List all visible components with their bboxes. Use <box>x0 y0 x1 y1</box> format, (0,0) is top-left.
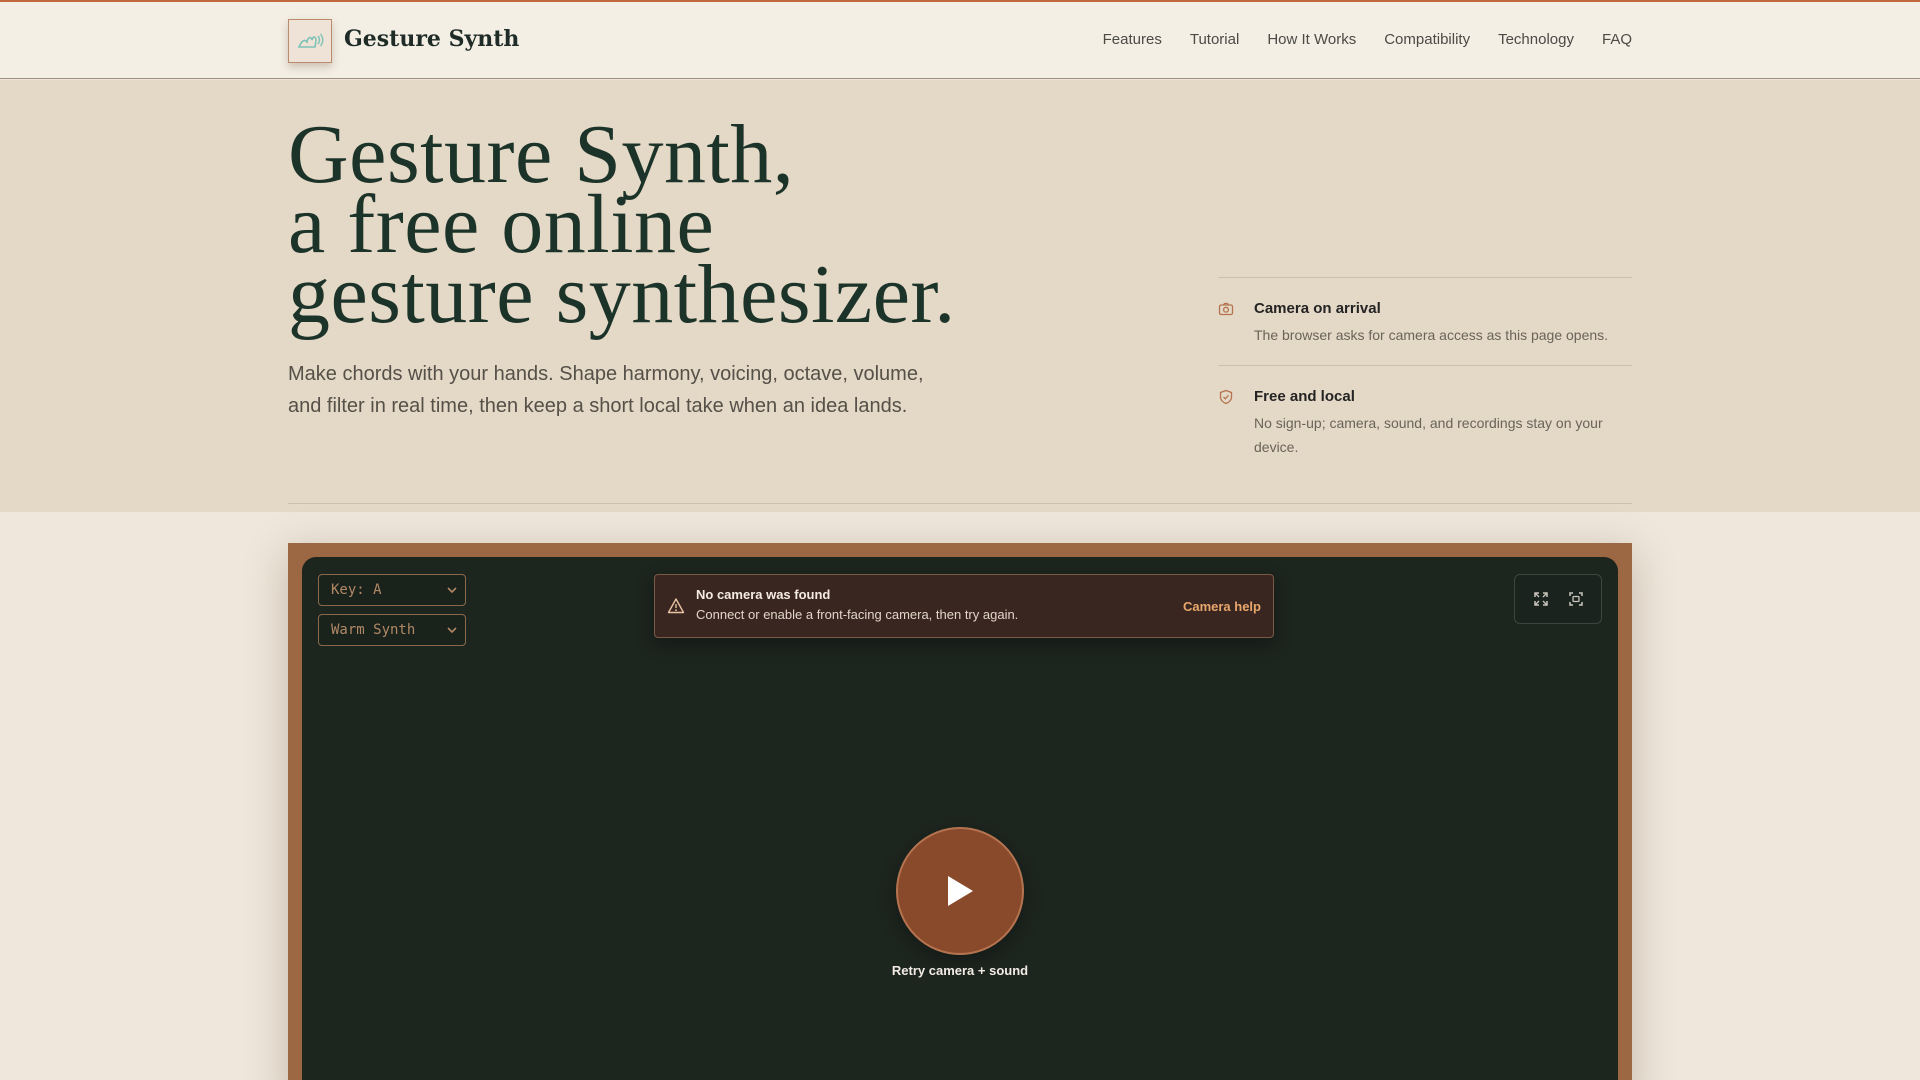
nav-technology[interactable]: Technology <box>1498 31 1574 48</box>
hero-title-line-3: gesture synthesizer. <box>288 248 956 341</box>
camera-help-link[interactable]: Camera help <box>1183 599 1261 614</box>
chevron-down-icon <box>447 627 457 634</box>
fullscreen-button[interactable] <box>1529 587 1553 611</box>
site-header: Gesture Synth Features Tutorial How It W… <box>0 2 1920 79</box>
stage-toolbar <box>1514 574 1602 624</box>
nav-tutorial[interactable]: Tutorial <box>1190 31 1239 48</box>
sound-select-value: Warm Synth <box>331 622 416 638</box>
synth-app-frame: Key: A Warm Synth No camera was found Co… <box>288 543 1632 1080</box>
scan-icon <box>1568 592 1583 606</box>
main-nav: Features Tutorial How It Works Compatibi… <box>1103 31 1632 48</box>
focus-mode-button[interactable] <box>1564 587 1588 611</box>
feature-text: No sign-up; camera, sound, and recording… <box>1254 415 1603 455</box>
retry-play-button[interactable] <box>896 827 1024 955</box>
feature-title: Camera on arrival <box>1254 300 1381 317</box>
divider <box>288 503 1632 504</box>
sound-select[interactable]: Warm Synth <box>318 614 466 646</box>
alert-title: No camera was found <box>696 587 831 602</box>
hero-title: Gesture Synth, a free online gesture syn… <box>288 113 1188 337</box>
feature-text: The browser asks for camera access as th… <box>1254 327 1609 343</box>
key-select-value: Key: A <box>331 582 382 598</box>
nav-features[interactable]: Features <box>1103 31 1162 48</box>
camera-error-alert: No camera was found Connect or enable a … <box>654 574 1274 638</box>
feature-local: Free and local No sign-up; camera, sound… <box>1218 365 1632 477</box>
brand-name[interactable]: Gesture Synth <box>344 26 519 52</box>
expand-icon <box>1533 592 1548 606</box>
nav-faq[interactable]: FAQ <box>1602 31 1632 48</box>
nav-how-it-works[interactable]: How It Works <box>1267 31 1356 48</box>
alert-text: Connect or enable a front-facing camera,… <box>696 607 1019 622</box>
retry-label: Retry camera + sound <box>891 963 1029 978</box>
hero-subtitle: Make chords with your hands. Shape harmo… <box>288 363 924 417</box>
chevron-down-icon <box>447 587 457 594</box>
feature-title: Free and local <box>1254 388 1355 405</box>
camera-icon <box>1218 302 1234 316</box>
nav-compatibility[interactable]: Compatibility <box>1384 31 1470 48</box>
hand-wave-icon <box>297 33 324 48</box>
camera-stage: Key: A Warm Synth No camera was found Co… <box>302 557 1618 1080</box>
play-icon <box>948 876 973 906</box>
logo[interactable] <box>288 19 332 63</box>
warning-icon <box>667 598 685 614</box>
feature-list: Camera on arrival The browser asks for c… <box>1218 277 1632 477</box>
hero-section: Gesture Synth, a free online gesture syn… <box>0 80 1920 512</box>
key-select[interactable]: Key: A <box>318 574 466 606</box>
feature-camera: Camera on arrival The browser asks for c… <box>1218 277 1632 365</box>
shield-icon <box>1219 389 1233 405</box>
